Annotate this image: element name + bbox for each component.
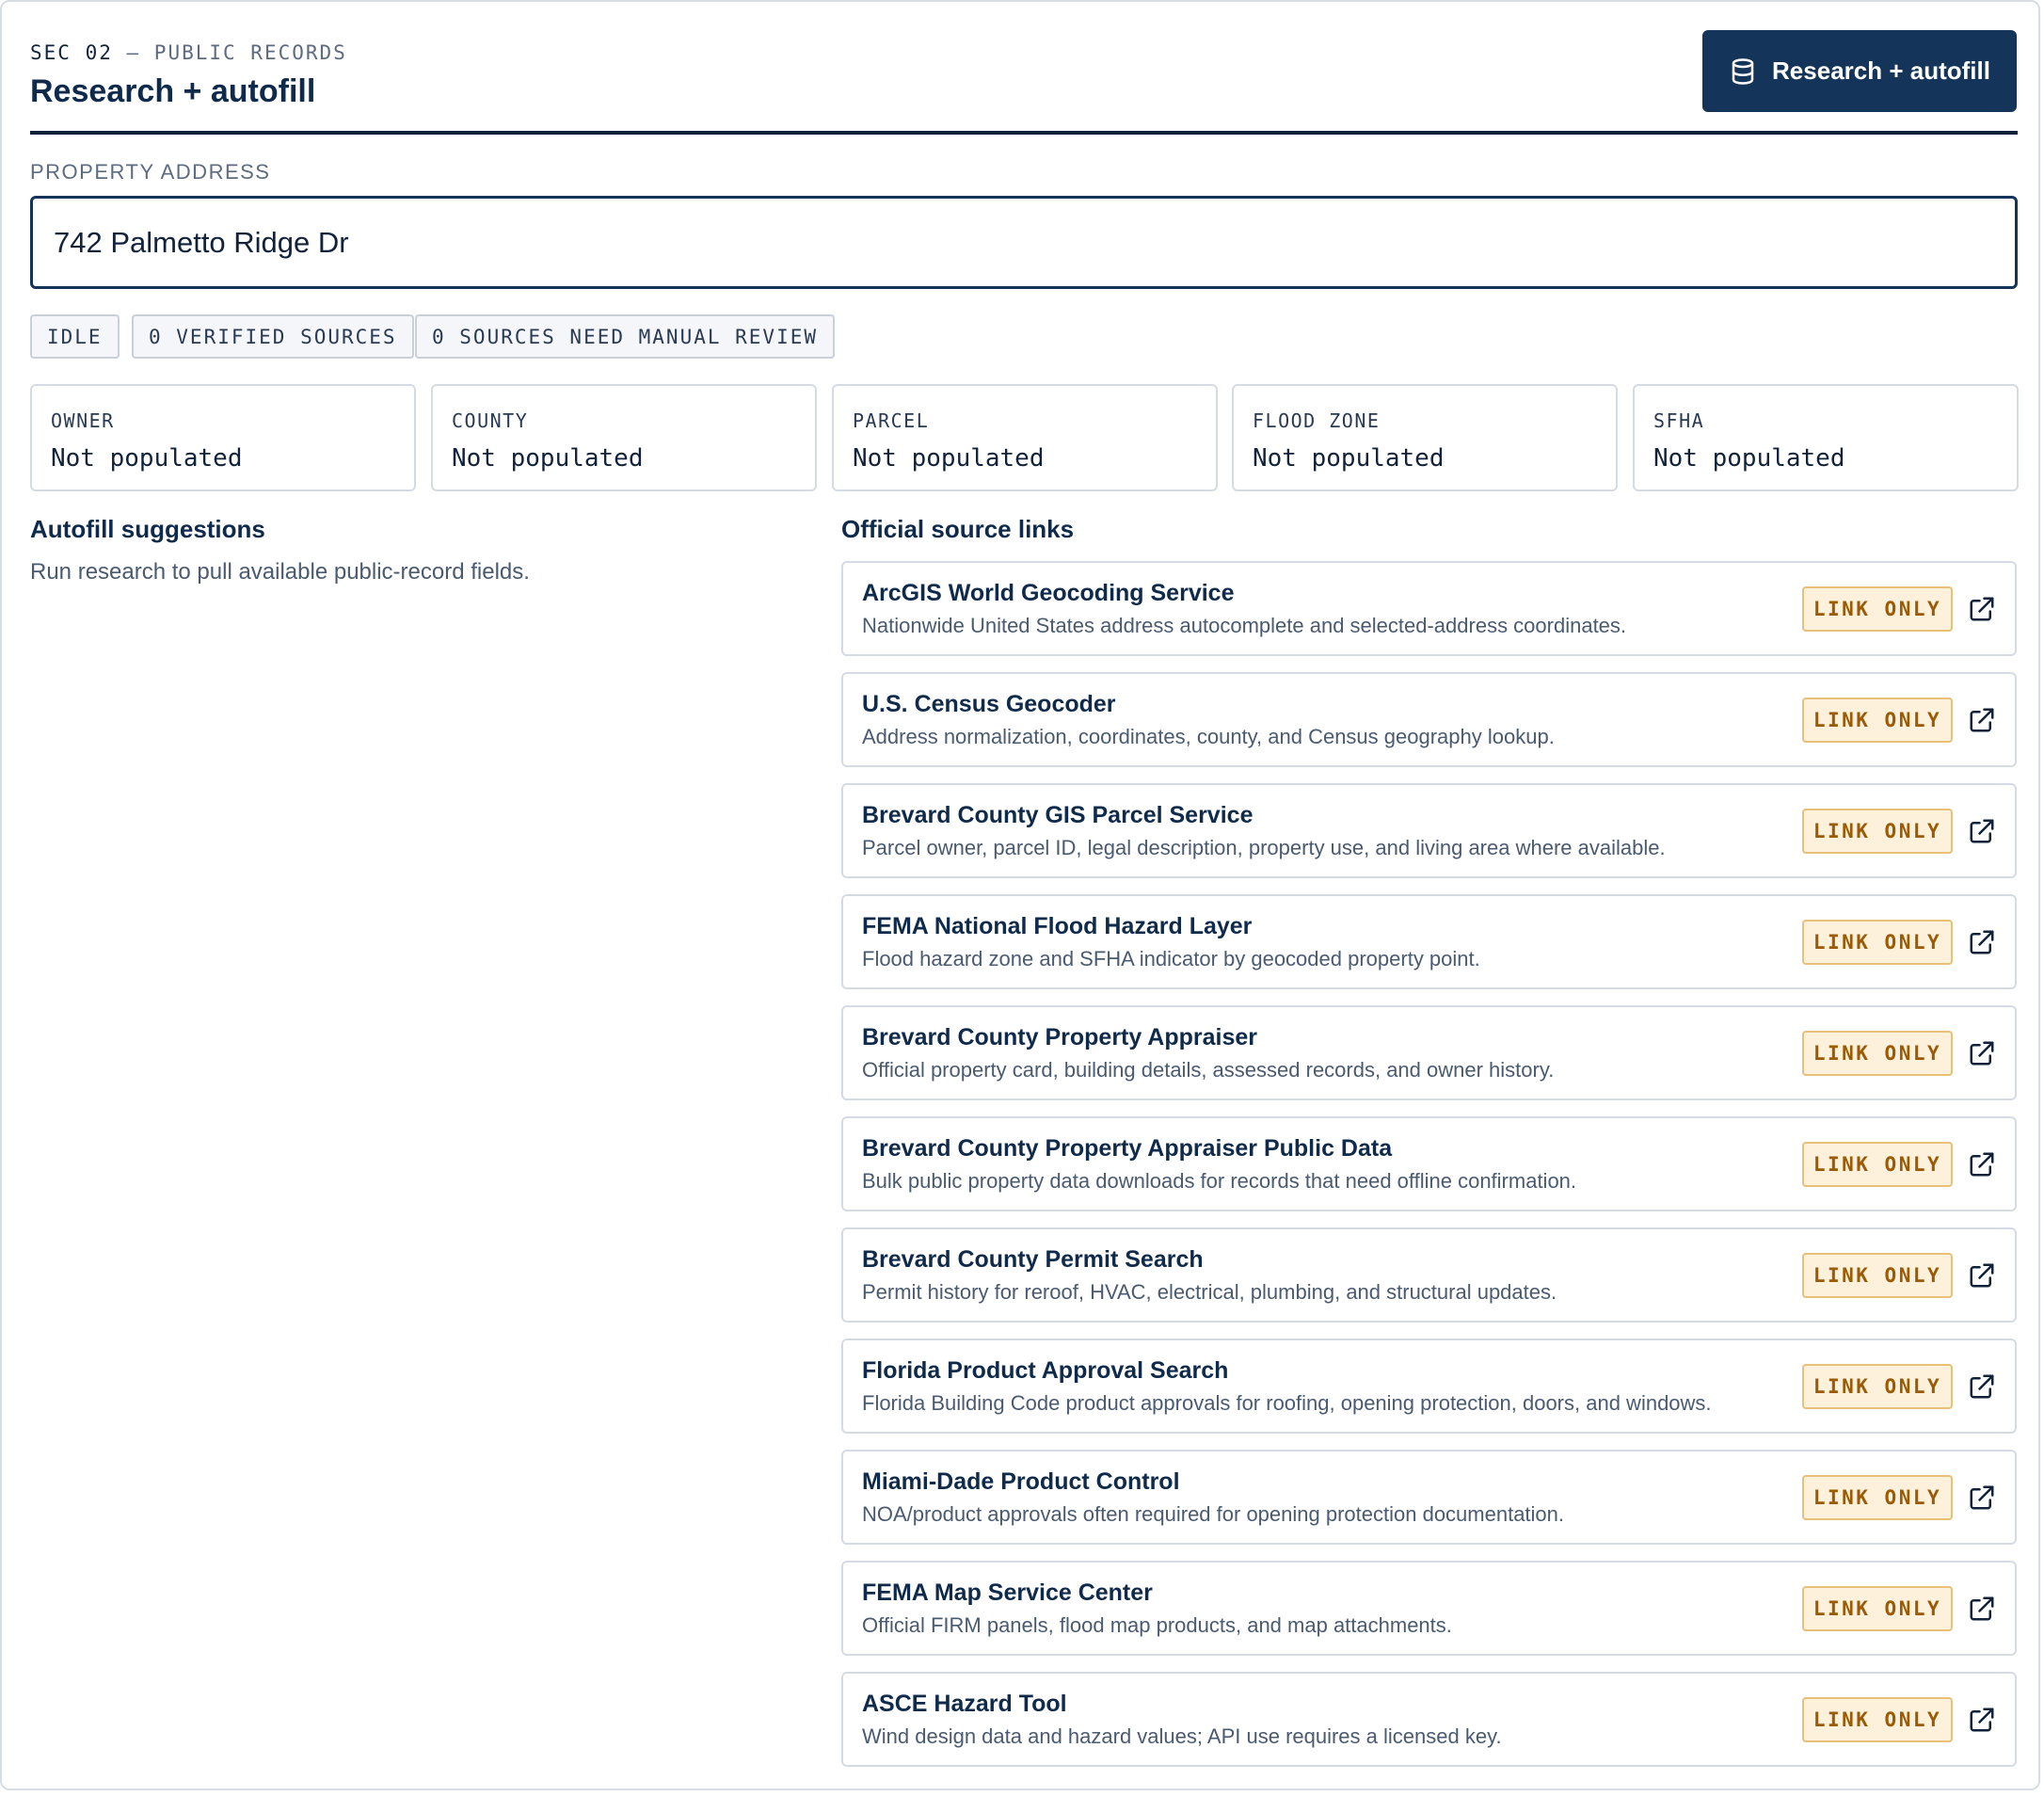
source-description: Florida Building Code product approvals … — [862, 1391, 1712, 1415]
research-autofill-button-label: Research + autofill — [1772, 56, 1990, 85]
source-description: Nationwide United States address autocom… — [862, 614, 1627, 637]
source-name: ASCE Hazard Tool — [862, 1691, 1067, 1717]
source-description: Wind design data and hazard values; API … — [862, 1724, 1502, 1748]
source-link-row[interactable]: ArcGIS World Geocoding Service Nationwide… — [841, 561, 2017, 656]
summary-card-owner: OWNER Not populated — [30, 384, 416, 491]
link-only-badge: LINK ONLY — [1802, 1142, 1953, 1187]
link-only-badge: LINK ONLY — [1802, 1586, 1953, 1631]
summary-label: PARCEL — [853, 409, 930, 432]
autofill-heading: Autofill suggestions — [30, 515, 265, 543]
external-link-icon[interactable] — [1968, 1595, 1996, 1623]
summary-card-parcel: PARCEL Not populated — [832, 384, 1218, 491]
database-icon — [1732, 57, 1754, 85]
autofill-empty-text: Run research to pull available public-re… — [30, 559, 530, 585]
external-link-icon[interactable] — [1968, 928, 1996, 956]
source-description: Official FIRM panels, flood map products… — [862, 1613, 1452, 1637]
source-links-heading: Official source links — [841, 515, 1075, 543]
panel-frame: SEC 02 — PUBLIC RECORDS Research + autof… — [0, 0, 2040, 1790]
external-link-icon[interactable] — [1968, 1039, 1996, 1067]
external-link-icon[interactable] — [1968, 1483, 1996, 1512]
source-link-row[interactable]: ASCE Hazard Tool Wind design data and haz… — [841, 1672, 2017, 1767]
source-name: U.S. Census Geocoder — [862, 691, 1116, 717]
source-name: Florida Product Approval Search — [862, 1357, 1229, 1384]
header-divider — [30, 131, 2018, 135]
external-link-icon[interactable] — [1968, 706, 1996, 734]
link-only-badge: LINK ONLY — [1802, 1364, 1953, 1409]
summary-label: COUNTY — [452, 409, 529, 432]
summary-value: Not populated — [1653, 444, 1845, 473]
summary-label: SFHA — [1653, 409, 1705, 432]
summary-card-county: COUNTY Not populated — [431, 384, 817, 491]
source-name: FEMA Map Service Center — [862, 1580, 1153, 1606]
link-only-badge: LINK ONLY — [1802, 1031, 1953, 1076]
summary-card-sfha: SFHA Not populated — [1633, 384, 2019, 491]
source-link-row[interactable]: FEMA Map Service Center Official FIRM pan… — [841, 1561, 2017, 1656]
link-only-badge: LINK ONLY — [1802, 1253, 1953, 1298]
property-address-input[interactable] — [30, 196, 2018, 289]
external-link-icon[interactable] — [1968, 1372, 1996, 1401]
source-link-row[interactable]: U.S. Census Geocoder Address normalizatio… — [841, 672, 2017, 767]
external-link-icon[interactable] — [1968, 1706, 1996, 1734]
verified-sources-badge: 0 VERIFIED SOURCES — [132, 314, 414, 359]
source-link-row[interactable]: Miami-Dade Product Control NOA/product ap… — [841, 1450, 2017, 1545]
research-autofill-button[interactable]: Research + autofill — [1702, 30, 2017, 112]
summary-value: Not populated — [1253, 444, 1445, 473]
source-name: FEMA National Flood Hazard Layer — [862, 913, 1253, 939]
source-link-row[interactable]: Brevard County Permit Search Permit histo… — [841, 1227, 2017, 1323]
source-description: Address normalization, coordinates, coun… — [862, 725, 1555, 748]
source-link-row[interactable]: Brevard County GIS Parcel Service Parcel … — [841, 783, 2017, 878]
source-description: Parcel owner, parcel ID, legal descripti… — [862, 836, 1666, 859]
source-description: Permit history for reroof, HVAC, electri… — [862, 1280, 1557, 1304]
source-link-row[interactable]: Florida Product Approval Search Florida B… — [841, 1339, 2017, 1434]
external-link-icon[interactable] — [1968, 1261, 1996, 1290]
property-address-label: PROPERTY ADDRESS — [30, 160, 271, 184]
summary-label: OWNER — [51, 409, 115, 432]
external-link-icon[interactable] — [1968, 595, 1996, 623]
link-only-badge: LINK ONLY — [1802, 586, 1953, 632]
link-only-badge: LINK ONLY — [1802, 1697, 1953, 1742]
source-name: Brevard County Property Appraiser — [862, 1024, 1258, 1050]
source-description: Bulk public property data downloads for … — [862, 1169, 1577, 1193]
source-description: Flood hazard zone and SFHA indicator by … — [862, 947, 1480, 970]
source-name: Miami-Dade Product Control — [862, 1468, 1180, 1495]
source-name: Brevard County GIS Parcel Service — [862, 802, 1254, 828]
external-link-icon[interactable] — [1968, 1150, 1996, 1179]
source-name: ArcGIS World Geocoding Service — [862, 580, 1235, 606]
source-name: Brevard County Permit Search — [862, 1246, 1204, 1273]
manual-review-badge: 0 SOURCES NEED MANUAL REVIEW — [415, 314, 836, 359]
link-only-badge: LINK ONLY — [1802, 920, 1953, 965]
source-link-row[interactable]: Brevard County Property Appraiser Officia… — [841, 1005, 2017, 1100]
summary-value: Not populated — [853, 444, 1045, 473]
summary-label: FLOOD ZONE — [1253, 409, 1381, 432]
section-label: SEC 02 — PUBLIC RECORDS — [30, 41, 347, 64]
status-badge: IDLE — [30, 314, 120, 359]
external-link-icon[interactable] — [1968, 817, 1996, 845]
link-only-badge: LINK ONLY — [1802, 698, 1953, 743]
source-description: Official property card, building details… — [862, 1058, 1555, 1082]
source-link-row[interactable]: FEMA National Flood Hazard Layer Flood ha… — [841, 894, 2017, 989]
link-only-badge: LINK ONLY — [1802, 1475, 1953, 1520]
link-only-badge: LINK ONLY — [1802, 809, 1953, 854]
summary-card-flood-zone: FLOOD ZONE Not populated — [1232, 384, 1618, 491]
source-name: Brevard County Property Appraiser Public… — [862, 1135, 1393, 1162]
summary-value: Not populated — [51, 444, 243, 473]
summary-value: Not populated — [452, 444, 644, 473]
source-link-row[interactable]: Brevard County Property Appraiser Public… — [841, 1116, 2017, 1211]
page-title: Research + autofill — [30, 73, 316, 109]
source-description: NOA/product approvals often required for… — [862, 1502, 1565, 1526]
